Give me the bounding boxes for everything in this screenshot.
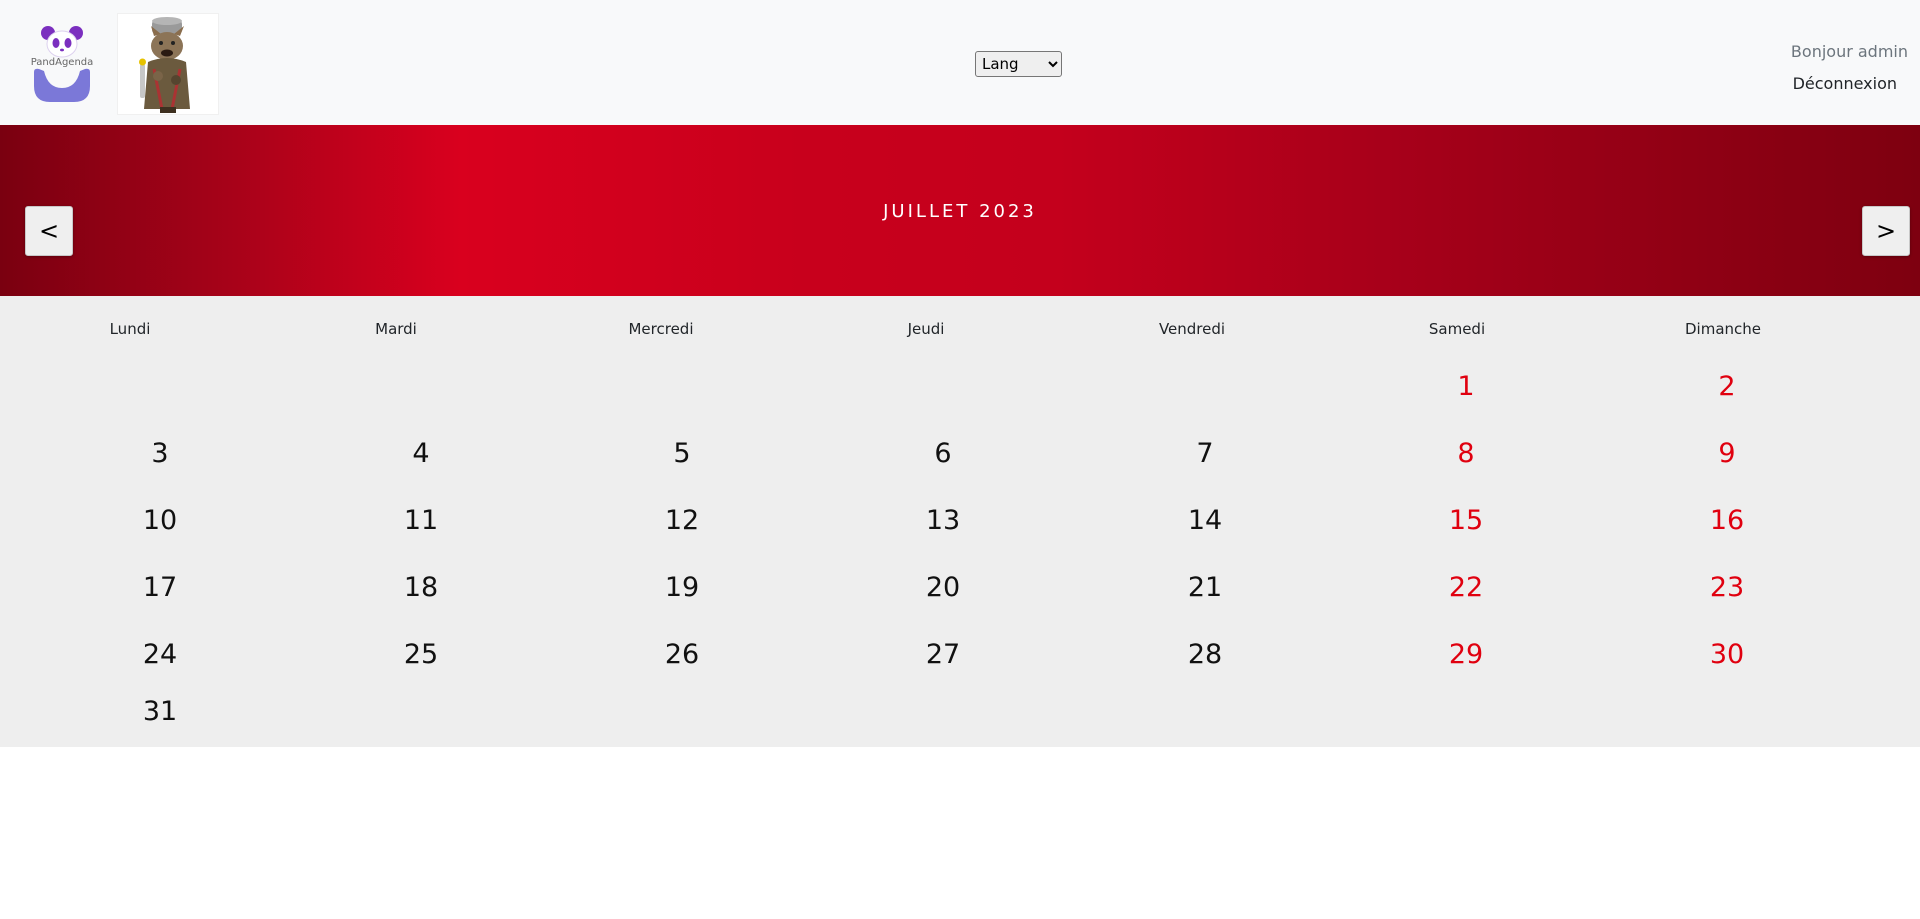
next-month-button[interactable]: > [1862, 206, 1910, 256]
calendar-day[interactable]: 18 [381, 571, 461, 605]
weekday-header: Mercredi [628, 320, 694, 338]
calendar-day[interactable]: 2 [1687, 370, 1767, 404]
calendar-day[interactable]: 21 [1165, 571, 1245, 605]
weekday-header: Samedi [1428, 320, 1486, 338]
weekday-header: Mardi [375, 320, 417, 338]
calendar-day[interactable]: 30 [1687, 638, 1767, 672]
calendar-grid: Lundi Mardi Mercredi Jeudi Vendredi Samedi Dim… [0, 296, 1920, 747]
calendar-day[interactable]: 14 [1165, 504, 1245, 538]
calendar-day[interactable]: 25 [381, 638, 461, 672]
month-title: JUILLET 2023 [883, 201, 1037, 222]
calendar-day[interactable]: 9 [1687, 437, 1767, 471]
calendar-day[interactable]: 31 [120, 695, 200, 729]
weekday-header: Lundi [109, 320, 151, 338]
calendar-day[interactable]: 23 [1687, 571, 1767, 605]
calendar-day[interactable]: 27 [903, 638, 983, 672]
calendar-day[interactable]: 13 [903, 504, 983, 538]
logout-link[interactable]: Déconnexion [1793, 74, 1897, 93]
calendar-day[interactable]: 19 [642, 571, 722, 605]
calendar-day[interactable]: 3 [120, 437, 200, 471]
calendar-day[interactable]: 22 [1426, 571, 1506, 605]
logo-text: PandAgenda [31, 57, 94, 68]
weekday-header: Jeudi [907, 320, 945, 338]
weekday-header: Vendredi [1158, 320, 1226, 338]
calendar-day[interactable]: 11 [381, 504, 461, 538]
month-header: < JUILLET 2023 > [0, 125, 1920, 296]
greeting-text: Bonjour admin [1790, 42, 1908, 61]
calendar-day[interactable]: 8 [1426, 437, 1506, 471]
language-select[interactable]: Lang [975, 51, 1062, 77]
calendar-day[interactable]: 5 [642, 437, 722, 471]
calendar-day[interactable]: 29 [1426, 638, 1506, 672]
calendar-day[interactable]: 20 [903, 571, 983, 605]
pandagenda-logo[interactable]: PandAgenda [30, 22, 94, 104]
profile-picture-cat[interactable] [117, 13, 219, 115]
calendar-day[interactable]: 16 [1687, 504, 1767, 538]
calendar-day[interactable]: 28 [1165, 638, 1245, 672]
calendar-day[interactable]: 6 [903, 437, 983, 471]
weekday-header: Dimanche [1684, 320, 1761, 338]
calendar-day[interactable]: 4 [381, 437, 461, 471]
calendar-day[interactable]: 7 [1165, 437, 1245, 471]
calendar-day[interactable]: 26 [642, 638, 722, 672]
calendar-day[interactable]: 17 [120, 571, 200, 605]
calendar-day[interactable]: 15 [1426, 504, 1506, 538]
calendar-day[interactable]: 12 [642, 504, 722, 538]
top-navbar: PandAgenda Lang Bonjour admin Déconnexio… [0, 0, 1920, 125]
calendar-day[interactable]: 1 [1426, 370, 1506, 404]
calendar-day[interactable]: 24 [120, 638, 200, 672]
calendar-day[interactable]: 10 [120, 504, 200, 538]
